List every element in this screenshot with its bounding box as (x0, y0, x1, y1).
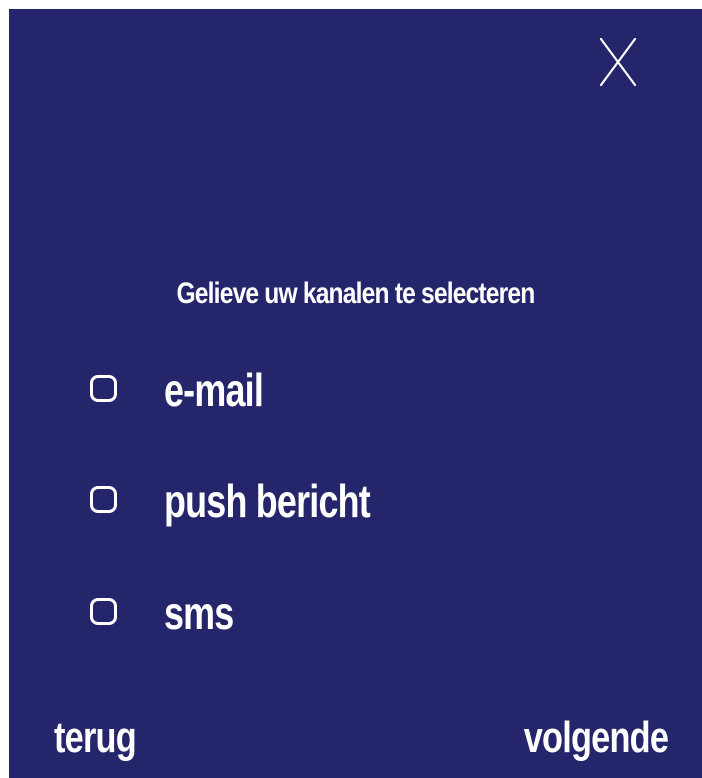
close-icon (599, 37, 637, 87)
sms-checkbox[interactable] (90, 598, 117, 625)
page-title: Gelieve uw kanalen te selecteren (176, 277, 535, 310)
next-button[interactable]: volgende (524, 713, 669, 763)
option-email-label: e-mail (164, 364, 264, 416)
option-sms[interactable]: sms (90, 587, 550, 658)
option-email[interactable]: e-mail (90, 364, 550, 435)
close-button[interactable] (598, 36, 638, 88)
option-push-label: push bericht (164, 475, 371, 527)
channel-selection-screen: Gelieve uw kanalen te selecteren e-mail … (9, 9, 702, 778)
option-push[interactable]: push bericht (90, 475, 550, 546)
option-sms-label: sms (164, 587, 234, 639)
email-checkbox[interactable] (90, 375, 117, 402)
back-button[interactable]: terug (54, 713, 137, 763)
push-checkbox[interactable] (90, 486, 117, 513)
